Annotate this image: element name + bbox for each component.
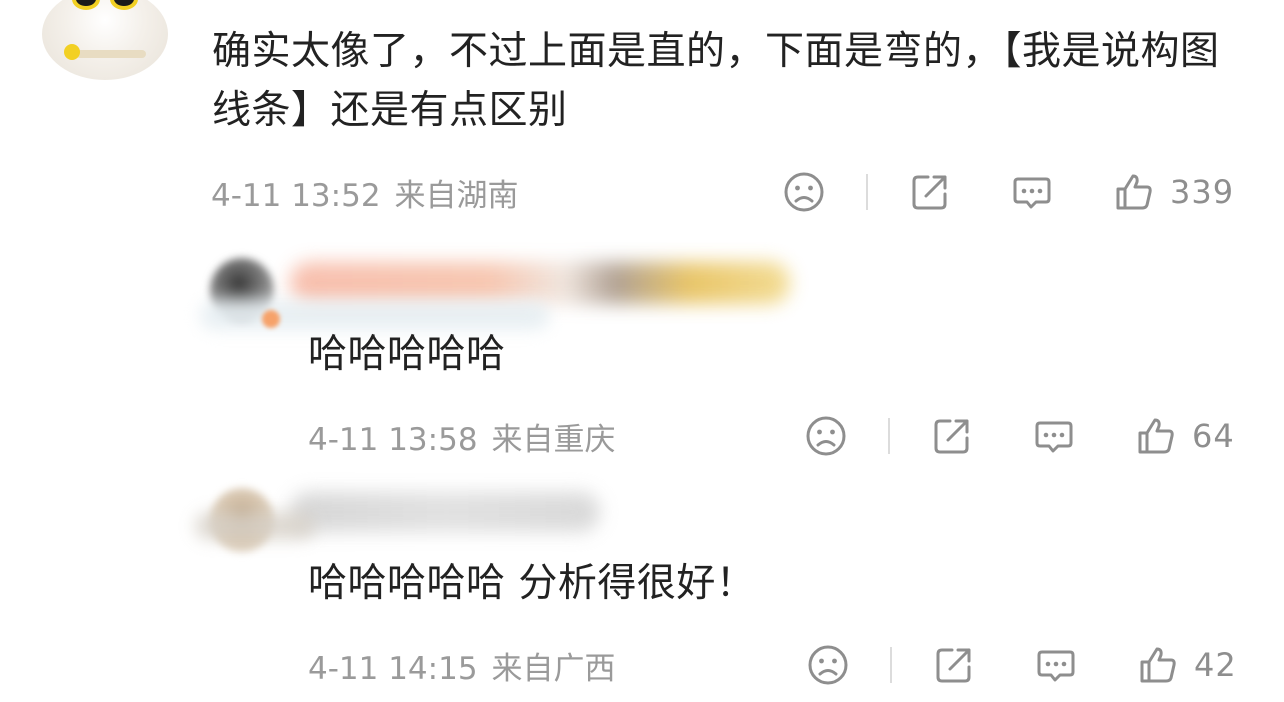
comment-meta: 4-11 14:15 来自广西	[308, 643, 616, 688]
comment-actions: 339	[782, 170, 1234, 214]
user-badge	[262, 310, 280, 328]
share-icon[interactable]	[932, 643, 976, 687]
sad-face-icon[interactable]	[804, 414, 848, 458]
divider	[866, 174, 868, 210]
comment-text: 哈哈哈哈哈 分析得很好！	[308, 561, 756, 606]
blurred-region	[195, 512, 315, 540]
comment-time: 4-11 13:52	[211, 178, 381, 214]
thumbs-up-icon[interactable]	[1136, 643, 1180, 687]
comment-icon[interactable]	[1032, 414, 1076, 458]
comment-location: 来自湖南	[394, 178, 519, 214]
comment-meta: 4-11 13:58 来自重庆	[308, 414, 616, 459]
comment-text: 确实太像了，不过上面是直的，下面是弯的，【我是说构图线条】还是有点区别	[212, 29, 1220, 133]
divider	[888, 418, 890, 454]
avatar[interactable]	[42, 0, 168, 80]
thumbs-up-icon[interactable]	[1112, 170, 1156, 214]
comment-time: 4-11 13:58	[308, 422, 478, 458]
bell-decoration	[64, 44, 80, 60]
comment-text: 哈哈哈哈哈	[308, 332, 506, 377]
comment-time: 4-11 14:15	[308, 651, 478, 687]
sad-face-icon[interactable]	[806, 643, 850, 687]
like-count: 42	[1194, 646, 1237, 684]
like-count: 339	[1170, 173, 1235, 211]
blurred-username	[290, 492, 600, 532]
comment-location: 来自重庆	[491, 422, 616, 458]
comment-actions: 64	[804, 414, 1235, 458]
blurred-username	[290, 262, 790, 304]
like-count: 64	[1192, 417, 1235, 455]
sunglasses-decoration	[72, 0, 138, 10]
thumbs-up-icon[interactable]	[1134, 414, 1178, 458]
sad-face-icon[interactable]	[782, 170, 826, 214]
comment-icon[interactable]	[1034, 643, 1078, 687]
comment-actions: 42	[806, 643, 1237, 687]
share-icon[interactable]	[908, 170, 952, 214]
divider	[890, 647, 892, 683]
comment-location: 来自广西	[491, 651, 616, 687]
comment-meta: 4-11 13:52 来自湖南	[211, 170, 519, 215]
share-icon[interactable]	[930, 414, 974, 458]
collar-decoration	[76, 50, 146, 58]
comment-icon[interactable]	[1010, 170, 1054, 214]
